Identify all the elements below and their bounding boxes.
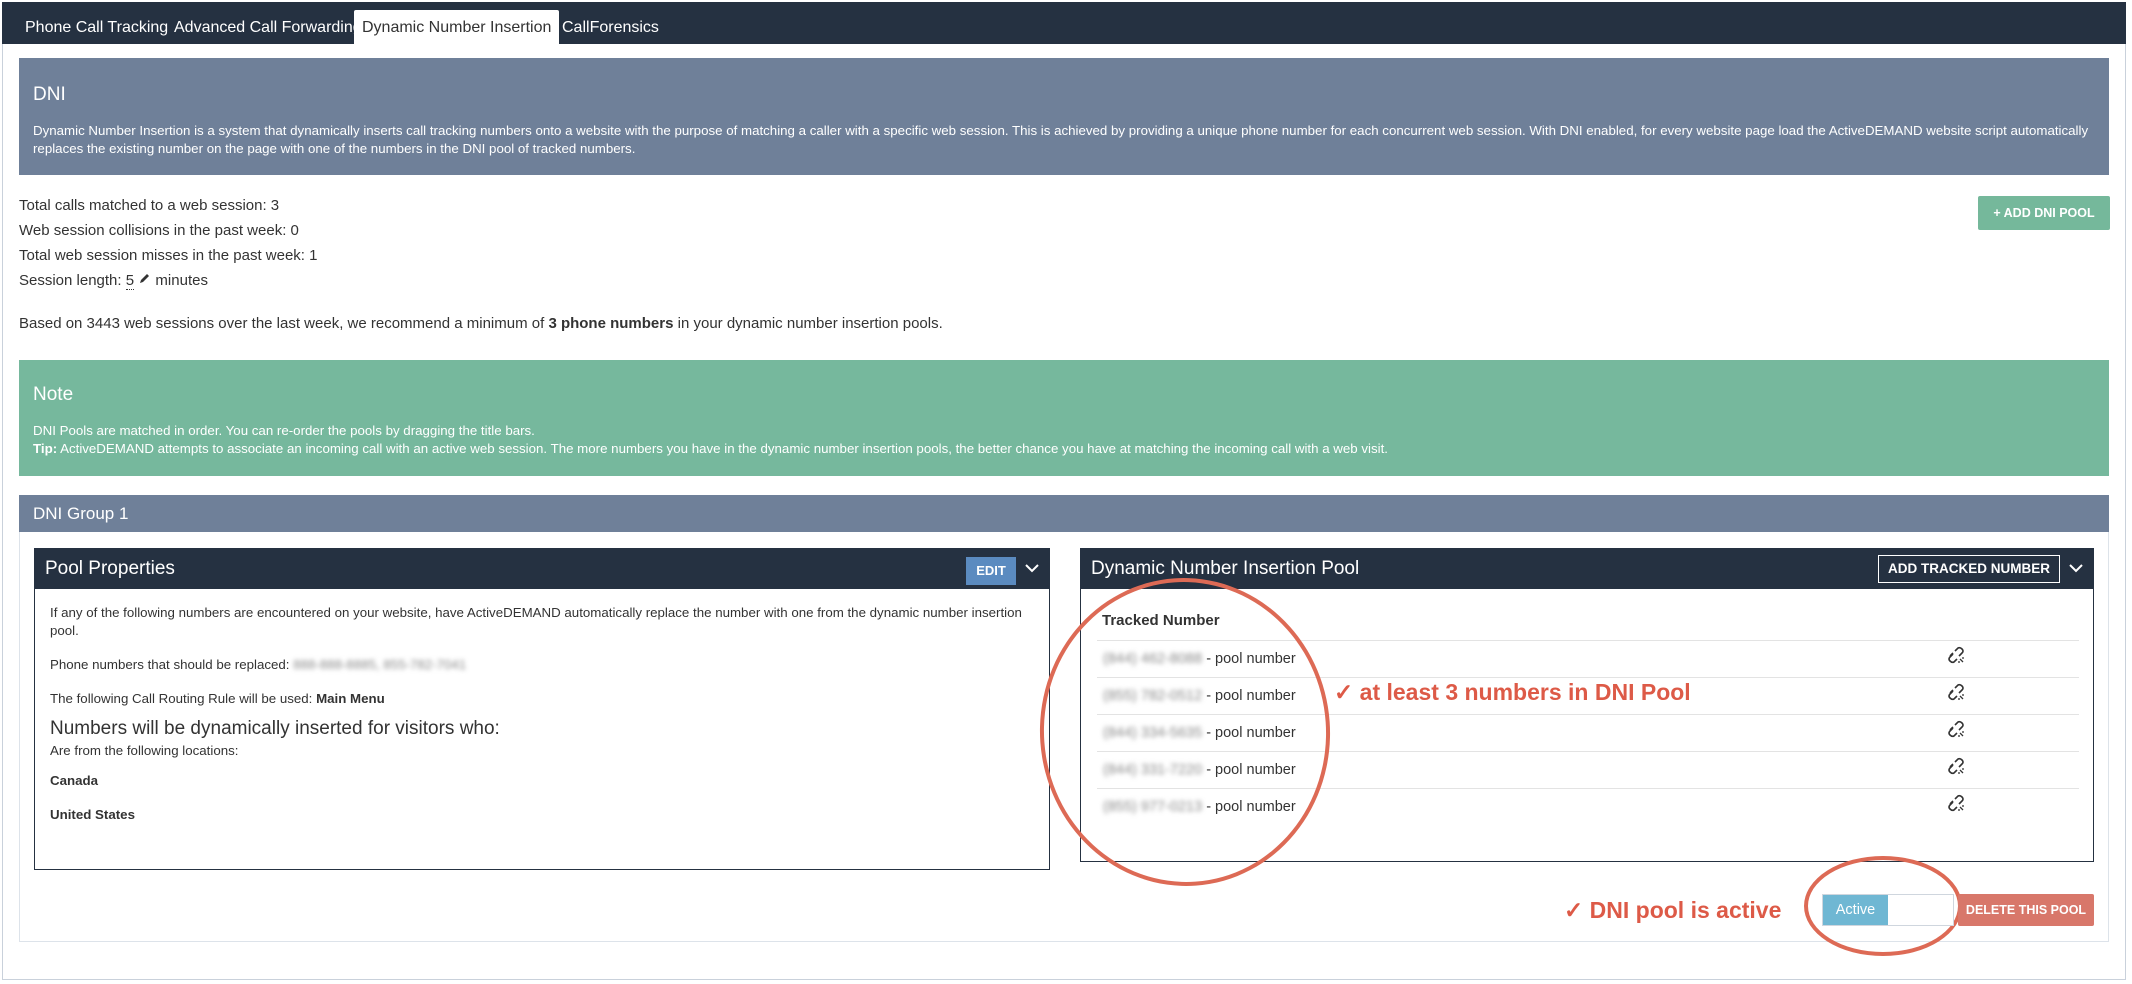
table-row: (844) 334-5635 - pool number	[1097, 714, 2079, 751]
tab-callforensics[interactable]: CallForensics	[554, 10, 667, 46]
stat-session-length: Session length: 5 minutes	[19, 268, 317, 293]
dni-pool-header: Dynamic Number Insertion Pool ADD TRACKE…	[1081, 549, 2093, 589]
pool-properties-body: If any of the following numbers are enco…	[35, 589, 1049, 839]
stat-collisions: Web session collisions in the past week:…	[19, 222, 299, 239]
dni-group-title-bar[interactable]: DNI Group 1	[19, 495, 2109, 532]
active-toggle-label: Active	[1823, 895, 1888, 925]
add-dni-pool-button[interactable]: + ADD DNI POOL	[1978, 196, 2110, 230]
note-line: DNI Pools are matched in order. You can …	[33, 423, 535, 438]
dni-pool-title: Dynamic Number Insertion Pool	[1091, 558, 1360, 579]
unlink-icon[interactable]	[1947, 641, 1965, 678]
pool-intro: If any of the following numbers are enco…	[50, 605, 1022, 638]
tab-phone-call-tracking[interactable]: Phone Call Tracking	[17, 10, 176, 46]
dni-title: DNI	[33, 84, 66, 105]
stat-total-calls: Total calls matched to a web session: 3	[19, 197, 280, 214]
pencil-icon[interactable]	[138, 268, 151, 293]
unlink-icon[interactable]	[1947, 715, 1965, 752]
tracked-number: (844) 331-7220	[1103, 762, 1203, 778]
delete-pool-button[interactable]: DELETE THIS POOL	[1958, 894, 2094, 926]
note-panel: Note DNI Pools are matched in order. You…	[19, 360, 2109, 476]
locations-label: Are from the following locations:	[50, 743, 239, 758]
table-row: (844) 331-7220 - pool number	[1097, 751, 2079, 788]
pool-properties-panel: Pool Properties EDIT If any of the follo…	[34, 548, 1050, 870]
table-row: (844) 462-8088 - pool number	[1097, 640, 2079, 677]
top-tab-bar: Phone Call Tracking Advanced Call Forwar…	[2, 2, 2126, 46]
add-tracked-number-button[interactable]: ADD TRACKED NUMBER	[1878, 555, 2060, 583]
annotation-active: ✓ DNI pool is active	[1564, 897, 1782, 923]
active-toggle[interactable]: Active	[1822, 894, 1954, 926]
tracked-number-column-header: Tracked Number	[1102, 612, 1220, 629]
note-tip: Tip: ActiveDEMAND attempts to associate …	[33, 441, 1388, 456]
note-title: Note	[33, 384, 74, 405]
stat-misses: Total web session misses in the past wee…	[19, 247, 318, 264]
tracked-number: (855) 782-0512	[1103, 688, 1203, 704]
unlink-icon[interactable]	[1947, 752, 1965, 789]
location-item: Canada	[50, 773, 99, 788]
tab-advanced-call-forwarding[interactable]: Advanced Call Forwarding	[166, 10, 370, 46]
unlink-icon[interactable]	[1947, 678, 1965, 715]
session-stats: Total calls matched to a web session: 3 …	[19, 193, 317, 293]
table-row: (855) 977-0213 - pool number	[1097, 788, 2079, 825]
session-length-value[interactable]: 5	[125, 272, 135, 290]
location-item: United States	[50, 807, 135, 822]
routing-rule-line: The following Call Routing Rule will be …	[50, 691, 385, 706]
tab-dynamic-number-insertion[interactable]: Dynamic Number Insertion	[354, 10, 560, 46]
annotation-numbers: ✓ at least 3 numbers in DNI Pool	[1334, 679, 1691, 705]
chevron-down-icon[interactable]	[2069, 564, 2083, 573]
tracked-number: (855) 977-0213	[1103, 799, 1203, 815]
dni-description: Dynamic Number Insertion is a system tha…	[33, 123, 2089, 156]
replaced-numbers-line: Phone numbers that should be replaced: 8…	[50, 657, 467, 672]
pool-properties-header: Pool Properties EDIT	[35, 549, 1049, 589]
tracked-number: (844) 334-5635	[1103, 725, 1203, 741]
chevron-down-icon[interactable]	[1025, 564, 1039, 573]
replaced-numbers-value: 888-888-8885, 855-782-7041	[293, 657, 467, 672]
dni-info-panel: DNI Dynamic Number Insertion is a system…	[19, 58, 2109, 175]
visitors-heading: Numbers will be dynamically inserted for…	[50, 718, 500, 739]
tracked-number: (844) 462-8088	[1103, 651, 1203, 667]
edit-button[interactable]: EDIT	[966, 557, 1016, 585]
unlink-icon[interactable]	[1947, 789, 1965, 826]
recommendation-text: Based on 3443 web sessions over the last…	[19, 315, 943, 332]
pool-properties-title: Pool Properties	[45, 558, 175, 579]
